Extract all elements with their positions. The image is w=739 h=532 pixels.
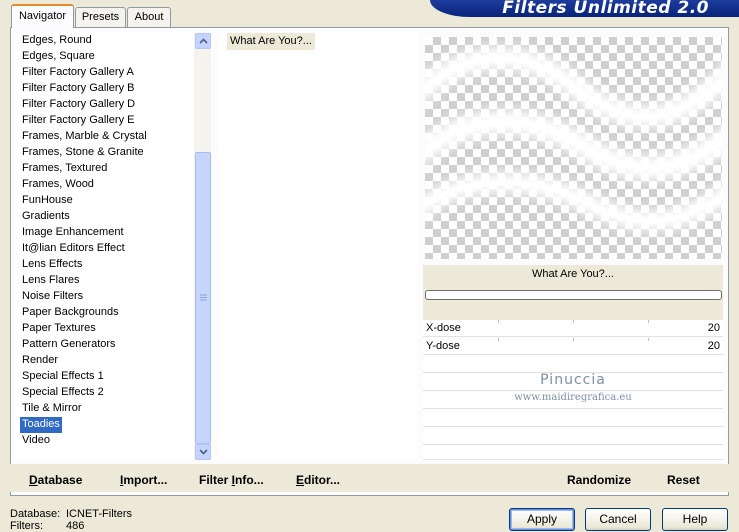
param-row-empty <box>423 356 723 373</box>
chevron-up-icon <box>198 38 208 44</box>
category-list[interactable]: Edges, Round Edges, Square Filter Factory … <box>14 33 194 460</box>
param-row-x-dose[interactable]: X-dose 20 <box>423 320 723 337</box>
category-item[interactable]: FunHouse <box>20 193 75 209</box>
progress-bar <box>425 290 722 300</box>
category-item[interactable]: Paper Textures <box>20 321 98 337</box>
tab-navigator[interactable]: Navigator <box>11 4 74 28</box>
category-item[interactable]: Frames, Wood <box>20 177 96 193</box>
category-item[interactable]: Video <box>20 433 52 449</box>
help-button[interactable]: Help <box>662 508 728 531</box>
cancel-button[interactable]: Cancel <box>585 508 651 531</box>
param-row-empty <box>423 446 723 460</box>
category-item[interactable]: Gradients <box>20 209 72 225</box>
category-scrollbar[interactable] <box>194 33 211 460</box>
database-value: ICNET-Filters <box>66 508 132 520</box>
category-item[interactable]: Filter Factory Gallery A <box>20 65 136 81</box>
category-item[interactable]: Special Effects 2 <box>20 385 106 401</box>
filters-count-label: Filters: <box>10 520 43 532</box>
category-item[interactable]: Special Effects 1 <box>20 369 106 385</box>
database-label: Database: <box>10 508 61 520</box>
category-item[interactable]: Frames, Stone & Granite <box>20 145 146 161</box>
scroll-up-button[interactable] <box>195 33 211 49</box>
watermark-url: www.maidiregrafica.eu <box>514 392 632 403</box>
randomize-button[interactable]: Randomize <box>567 473 631 487</box>
category-item[interactable]: Paper Backgrounds <box>20 305 121 321</box>
param-label: X-dose <box>426 322 461 334</box>
category-item[interactable]: Render <box>20 353 60 369</box>
category-item[interactable]: Toadies <box>20 417 62 433</box>
watermark-name: Pinuccia <box>540 372 606 388</box>
param-value[interactable]: 20 <box>708 340 720 352</box>
filter-info-button[interactable]: Filter Info... <box>199 473 264 487</box>
filter-item[interactable]: What Are You?... <box>227 33 315 50</box>
param-row-y-dose[interactable]: Y-dose 20 <box>423 338 723 355</box>
category-item[interactable]: Frames, Textured <box>20 161 109 177</box>
tab-presets[interactable]: Presets <box>75 7 126 27</box>
grip-icon <box>199 294 207 301</box>
param-row-empty <box>423 410 723 427</box>
category-item[interactable]: Filter Factory Gallery E <box>20 113 136 129</box>
category-item[interactable]: Filter Factory Gallery B <box>20 81 136 97</box>
category-item[interactable]: It@lian Editors Effect <box>20 241 127 257</box>
preview-image <box>425 37 722 259</box>
category-item[interactable]: Edges, Square <box>20 49 97 65</box>
import-button[interactable]: Import... <box>120 473 167 487</box>
category-item[interactable]: Tile & Mirror <box>20 401 83 417</box>
category-item[interactable]: Image Enhancement <box>20 225 126 241</box>
selected-filter-name: What Are You?... <box>532 268 614 280</box>
category-item[interactable]: Edges, Round <box>20 33 94 49</box>
apply-button[interactable]: Apply <box>509 508 575 531</box>
banner-title: Filters Unlimited 2.0 <box>502 0 709 17</box>
filter-list[interactable]: What Are You?... <box>218 33 418 460</box>
scroll-thumb[interactable] <box>195 152 211 444</box>
app-banner: Filters Unlimited 2.0 <box>430 0 739 17</box>
scroll-down-button[interactable] <box>195 444 211 460</box>
filters-count-value: 486 <box>66 520 85 532</box>
category-item[interactable]: Lens Effects <box>20 257 84 273</box>
category-item[interactable]: Frames, Marble & Crystal <box>20 129 149 145</box>
tab-about[interactable]: About <box>127 7 171 27</box>
category-item[interactable]: Filter Factory Gallery D <box>20 97 137 113</box>
param-label: Y-dose <box>426 340 460 352</box>
category-item[interactable]: Noise Filters <box>20 289 85 305</box>
preview-waves <box>425 47 722 231</box>
database-button[interactable]: Database <box>29 473 82 487</box>
param-row-empty <box>423 428 723 445</box>
param-value[interactable]: 20 <box>708 322 720 334</box>
chevron-down-icon <box>198 449 208 455</box>
category-item[interactable]: Pattern Generators <box>20 337 118 353</box>
category-item[interactable]: Lens Flares <box>20 273 81 289</box>
editor-button[interactable]: Editor... <box>296 473 340 487</box>
reset-button[interactable]: Reset <box>667 473 700 487</box>
